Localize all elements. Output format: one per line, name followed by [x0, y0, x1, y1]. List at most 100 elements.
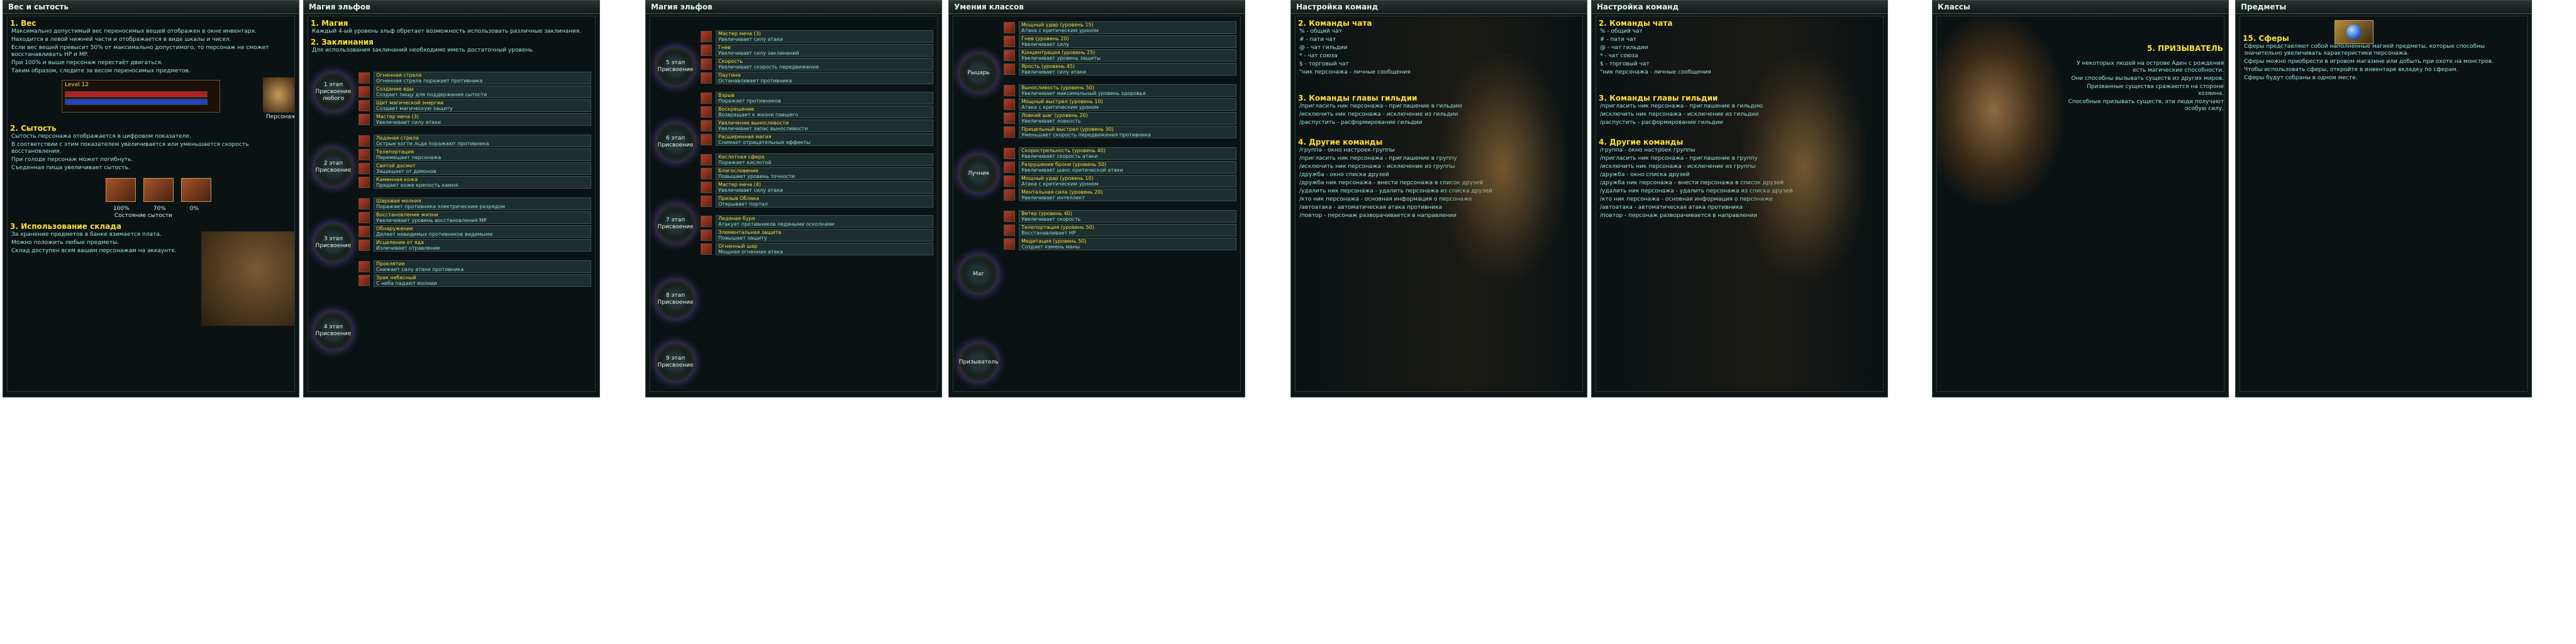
skill-icon [1004, 50, 1015, 61]
skill-name: Телепортация [376, 149, 414, 155]
skill-icon [1004, 99, 1015, 110]
text-line: Они способны вызывать существ из других … [2071, 75, 2224, 82]
skill-icon [358, 114, 370, 125]
skill-icon [1004, 126, 1015, 138]
skill-icon [1004, 36, 1015, 47]
skill-text: Увеличивает запас выносливости [718, 126, 808, 131]
text-line: Максимально допустимый вес переносимых в… [11, 28, 257, 35]
section-heading: 1. Магия [311, 19, 348, 28]
panel-body: 1. Магия Каждый 4-ый уровень эльф обрета… [308, 16, 596, 392]
text-line: Можно положить любые предметы. [11, 240, 119, 246]
skill-text: Защищает от демонов [376, 169, 436, 174]
skill-text: Огненная стрела поражает противника [376, 78, 483, 84]
skill-row: Ловкий шаг (уровень 20) Увеличивает ловко… [1004, 112, 1236, 125]
skill-text: Увеличивает интеллект [1021, 195, 1085, 201]
skill-text: Увеличивает силу атаки [1021, 69, 1086, 75]
background-character [1741, 54, 1867, 280]
skill-text: Снимает отрицательные эффекты [718, 140, 811, 145]
skill-icon [701, 106, 712, 118]
stage-badge: 3 этап Присвоение [314, 224, 352, 262]
skill-description: Гнев Увеличивает силу заклинаний [716, 44, 933, 57]
commands-panel-1: Настройка команд 2. Команды чата % - общ… [1291, 0, 1587, 397]
satiety-icons: 100% 70% 0% Состояние сытости [102, 177, 294, 219]
skill-name: Кислотная сфера [718, 154, 765, 160]
text-line: Сферы представляют собой наполненные маг… [2244, 43, 2485, 57]
skill-list: Мощный удар (уровень 15) Атака с критичес… [1004, 20, 1236, 252]
skill-text: Атака с критическим уроном [1021, 28, 1099, 33]
skill-icon [358, 100, 370, 111]
skill-description: Мастер меча (3) Увеличивает силу атаки [374, 113, 591, 126]
skill-list: Мастер меча (3) Увеличивает силу атаки Гне… [701, 29, 933, 257]
skill-description: Мастер меча (3) Увеличивает силу атаки [716, 30, 933, 43]
skill-name: Гнев [718, 45, 731, 50]
skill-text: Увеличивает скорость передвижения [718, 64, 819, 70]
panel-body: 5. ПРИЗЫВАТЕЛЬ У некоторых людей на остр… [1936, 16, 2224, 392]
skill-description: Мощный выстрел (уровень 10) Атака с крити… [1019, 98, 1236, 111]
command-line: @ - чат гильдии [1600, 45, 1648, 51]
skill-description: Зрак небесный С неба падают молнии [374, 274, 591, 287]
skill-row: Создание еды Создает пищу для поддержания… [358, 86, 591, 98]
skill-text: Увеличивает силу заклинаний [718, 50, 799, 56]
skill-row: Ярость (уровень 45) Увеличивает силу атак… [1004, 63, 1236, 75]
skill-description: Восстановление жизни Увеличивает уровень … [374, 211, 591, 224]
skill-name: Мастер меча (4) [718, 182, 761, 187]
skill-text: Излечивает отравление [376, 245, 440, 251]
skill-text: Повышает уровень точности [718, 174, 795, 179]
skill-text: Снижает силу атаки противника [376, 267, 464, 272]
skill-description: Шаровая молния Поражает противника электр… [374, 197, 591, 210]
skill-description: Огненный шар Мощная огненная атака [716, 243, 933, 255]
skill-text: Перемещает персонажа [376, 155, 441, 160]
text-line: За хранение предметов в банке взимается … [11, 231, 162, 238]
food-icon [106, 178, 136, 202]
skill-text: Атакует противников ледяными осколками [718, 221, 835, 227]
skill-text: Увеличивает силу атаки [718, 36, 783, 42]
weight-satiety-panel: Вес и сытость 1. Вес Максимально допусти… [3, 0, 299, 397]
command-line: % - общий чат [1600, 28, 1643, 35]
skill-description: Выносливость (уровень 50) Увеличивает мак… [1019, 84, 1236, 97]
skill-name: Огненная стрела [376, 72, 422, 78]
skill-icon [358, 275, 370, 286]
class-badge: Лучник [960, 155, 997, 192]
skill-icon [358, 198, 370, 209]
skill-description: Кислотная сфера Поражает кислотой [716, 153, 933, 166]
skill-text: Увеличивает силу атаки [376, 119, 441, 125]
skill-icon [358, 177, 370, 188]
skill-text: Создает камень маны [1021, 244, 1080, 250]
skill-text: Создает пищу для поддержания сытости [376, 92, 487, 97]
panel-title: Вес и сытость [3, 1, 299, 14]
skill-name: Огненный шар [718, 243, 758, 249]
skill-row: Огненная стрела Огненная стрела поражает … [358, 72, 591, 84]
skill-icon [358, 240, 370, 251]
skill-name: Ледяная буря [718, 216, 755, 221]
items-panel: Предметы 15. Сферы Сферы представляют со… [2235, 0, 2532, 397]
skill-row: Ветер (уровень 40) Увеличивает скорость [1004, 210, 1236, 223]
skill-row: Телепортация (уровень 50) Восстанавливает… [1004, 224, 1236, 236]
skill-description: Скорострельность (уровень 40) Увеличивает… [1019, 147, 1236, 160]
skill-icon [701, 243, 712, 255]
skill-name: Воскрешение [718, 106, 755, 112]
skill-icon [701, 182, 712, 193]
skill-name: Медитация (уровень 50) [1021, 238, 1087, 244]
skill-name: Скорострельность (уровень 40) [1021, 148, 1106, 153]
stage-badge: 7 этап Присвоение [657, 205, 694, 243]
skill-name: Святой досмот [376, 163, 416, 169]
command-line: @ - чат гильдии [1299, 45, 1348, 51]
section-heading: 2. Команды чата [1298, 19, 1372, 28]
skill-name: Зрак небесный [376, 275, 416, 280]
skill-row: Элементальная защита Повышает защиту [701, 229, 933, 242]
skill-row: Проклятие Снижает силу атаки противника [358, 260, 591, 273]
skill-name: Элементальная защита [718, 230, 782, 235]
skill-icon [701, 31, 712, 42]
satiety-level: 100% [113, 206, 130, 212]
skill-icon [1004, 162, 1015, 173]
skill-name: Ветер (уровень 40) [1021, 211, 1072, 216]
skill-text: Уменьшает скорость передвижения противни… [1021, 132, 1151, 138]
skill-icon [1004, 85, 1015, 96]
text-line: Если вес вещей превысит 50% от максималь… [11, 45, 269, 58]
sphere-icon [2334, 20, 2373, 44]
text-line: У некоторых людей на острове Аден с рожд… [2077, 60, 2224, 74]
skill-description: Огненная стрела Огненная стрела поражает … [374, 72, 591, 84]
skill-row: Взрыв Поражает противников [701, 92, 933, 104]
skill-text: Увеличивает скорость [1021, 216, 1081, 222]
skill-icon [358, 226, 370, 237]
